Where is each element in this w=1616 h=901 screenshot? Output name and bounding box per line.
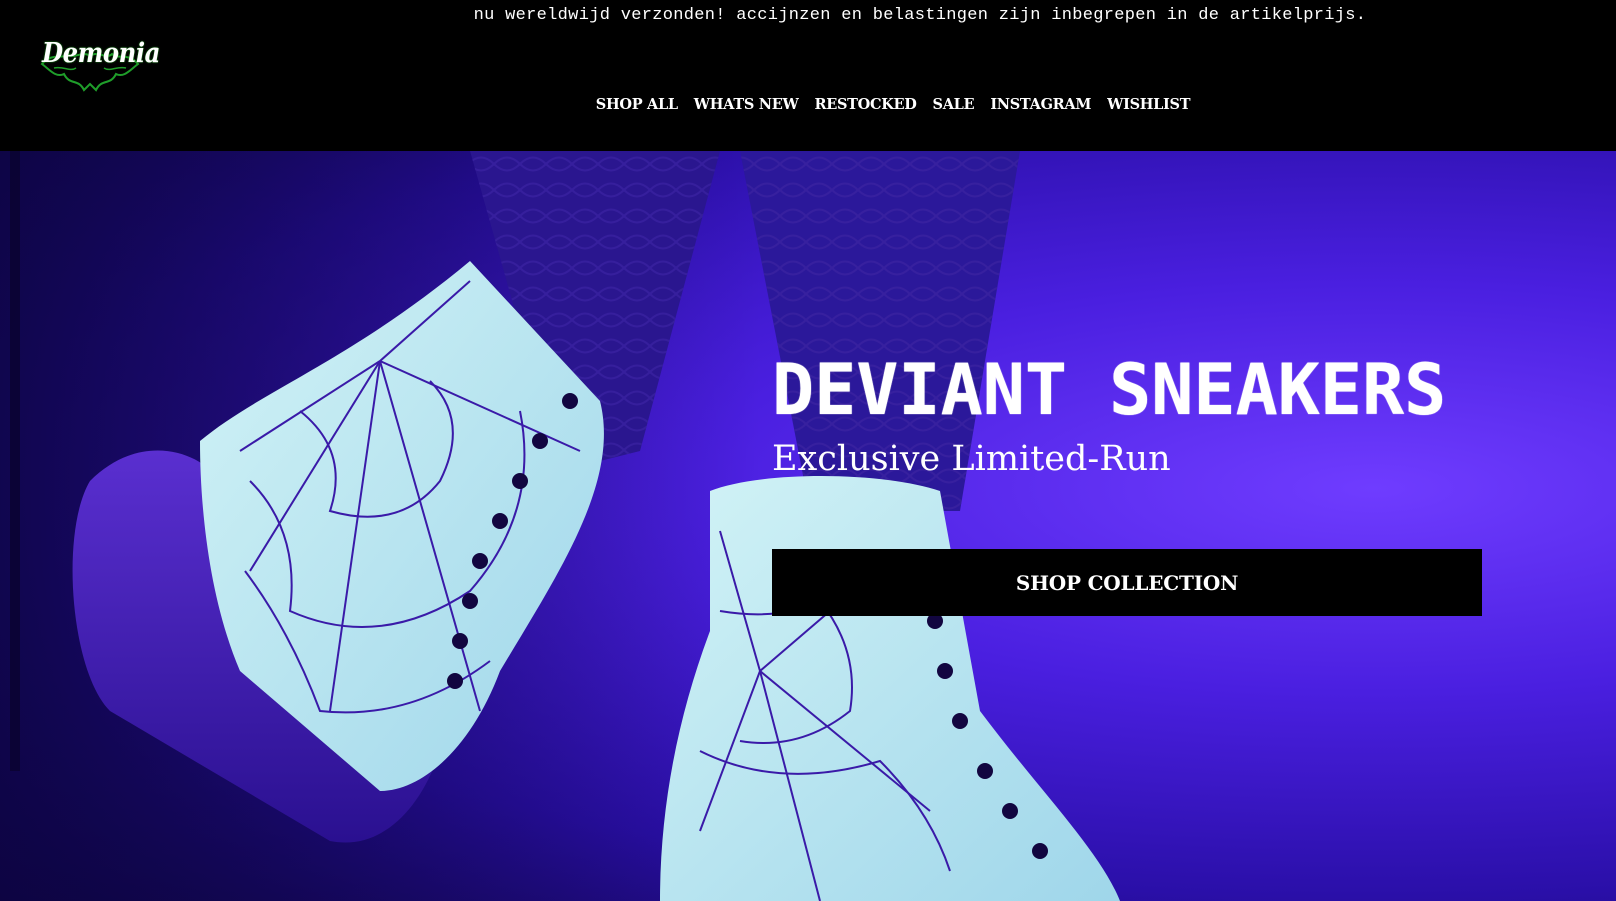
nav-shop-all[interactable]: SHOP ALL	[596, 96, 678, 113]
brand-logo[interactable]: Demonia	[40, 34, 160, 94]
hero-boots-image	[0, 151, 1120, 901]
page: nu wereldwijd verzonden! accijnzen en be…	[0, 0, 1616, 901]
nav-whats-new[interactable]: WHATS NEW	[694, 96, 799, 113]
hero-banner[interactable]: DEVIANT SNEAKERS Exclusive Limited-Run S…	[0, 151, 1616, 901]
nav-instagram[interactable]: INSTAGRAM	[990, 96, 1091, 113]
site-header: nu wereldwijd verzonden! accijnzen en be…	[0, 0, 1616, 151]
shop-collection-button[interactable]: SHOP COLLECTION	[772, 549, 1482, 616]
hero-subtitle: Exclusive Limited-Run	[772, 439, 1171, 479]
nav-sale[interactable]: SALE	[933, 96, 975, 113]
main-nav: SHOP ALL WHATS NEW RESTOCKED SALE INSTAG…	[0, 96, 1616, 113]
announcement-bar: nu wereldwijd verzonden! accijnzen en be…	[473, 6, 1367, 25]
hero-title: DEVIANT SNEAKERS	[772, 348, 1447, 431]
nav-wishlist[interactable]: WISHLIST	[1107, 96, 1190, 113]
brand-wordmark: Demonia	[42, 38, 160, 69]
nav-restocked[interactable]: RESTOCKED	[814, 96, 916, 113]
